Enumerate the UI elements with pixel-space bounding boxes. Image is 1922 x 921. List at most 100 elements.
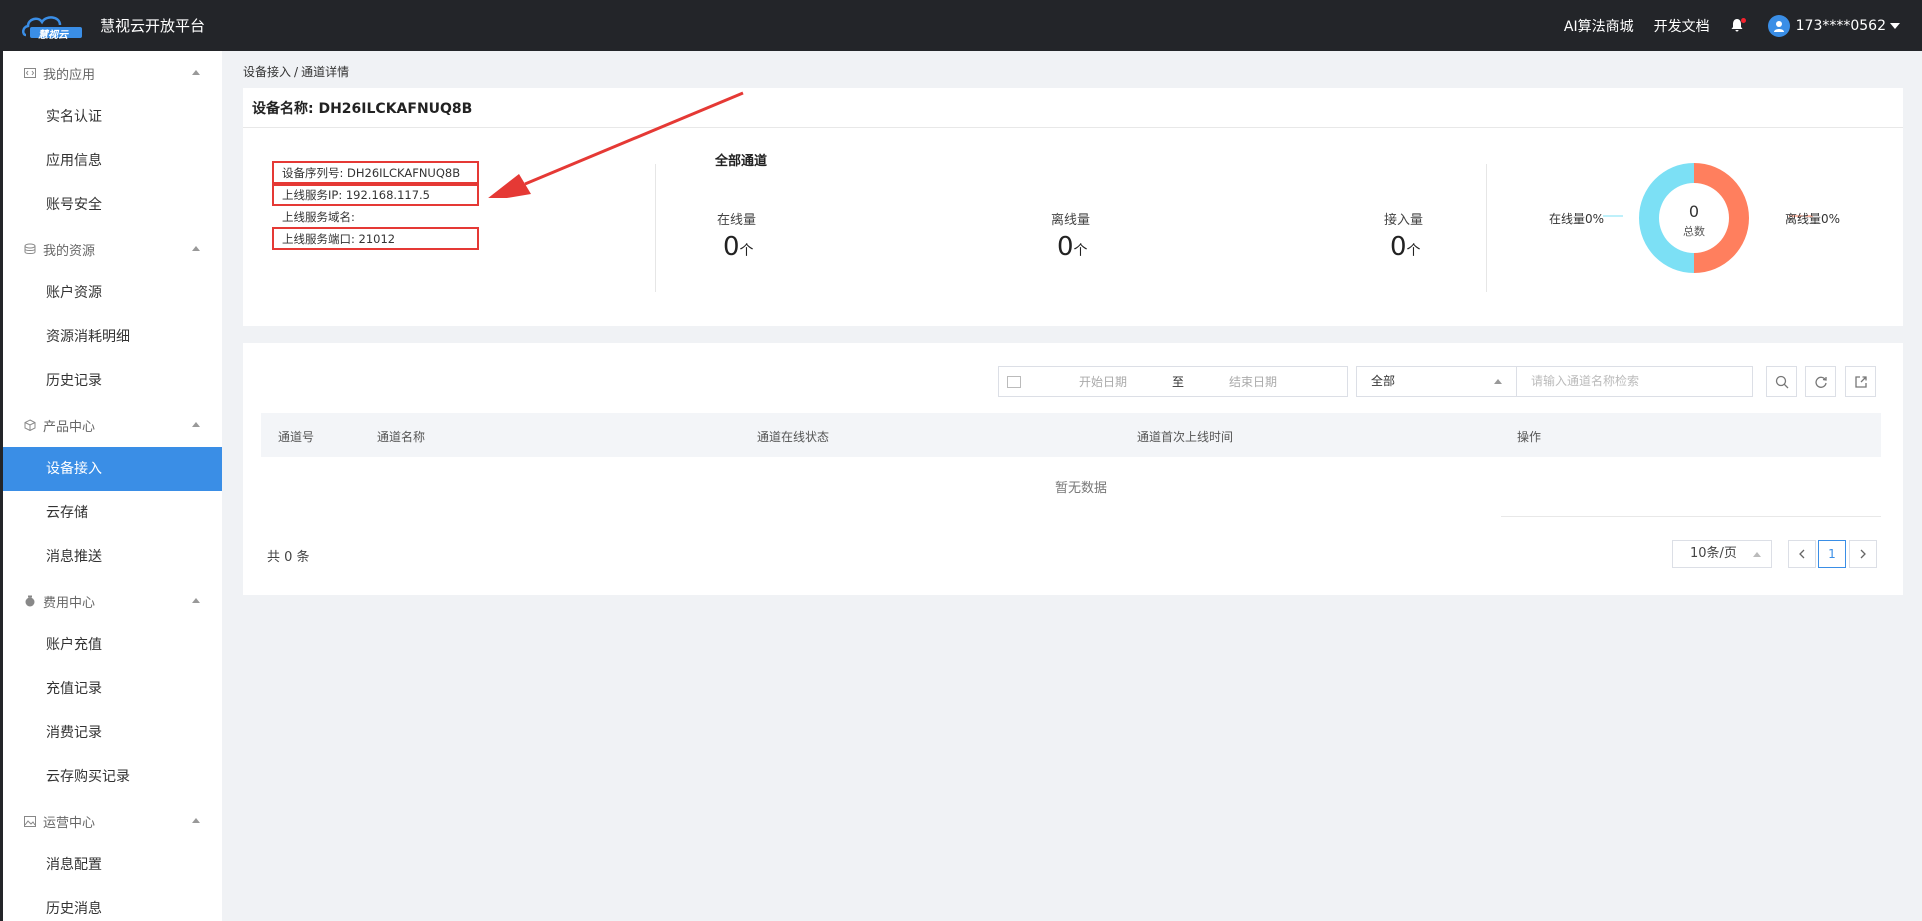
date-range-picker[interactable]: 开始日期 至 结束日期 — [998, 366, 1348, 397]
sidebar-item-message-push[interactable]: 消息推送 — [3, 535, 222, 579]
bell-icon[interactable] — [1730, 17, 1746, 34]
sidebar-group-label: 产品中心 — [43, 419, 96, 435]
logo[interactable]: 慧视云 慧视云开放平台 — [20, 11, 205, 41]
sidebar-group-label: 我的应用 — [43, 67, 96, 83]
stat-offline-unit: 个 — [1073, 243, 1088, 259]
sidebar-item-recharge-records[interactable]: 充值记录 — [3, 667, 222, 711]
donut-offline-label: 离线量0% — [1785, 212, 1841, 226]
start-date-input[interactable]: 开始日期 — [1079, 373, 1127, 390]
stat-online-value: 0个 — [717, 232, 756, 262]
chevron-up-icon — [1753, 552, 1761, 557]
column-header: 通道名称 — [377, 430, 426, 444]
stat-connected-label: 接入量 — [1384, 213, 1424, 228]
next-page-button[interactable] — [1849, 540, 1877, 568]
sidebar-item-consumption-records[interactable]: 消费记录 — [3, 711, 222, 755]
chevron-right-icon — [1860, 549, 1866, 559]
export-icon — [1854, 375, 1867, 388]
status-select[interactable]: 全部 — [1356, 366, 1517, 397]
money-bag-icon — [23, 594, 37, 608]
logo-text: 慧视云 — [38, 29, 68, 41]
sidebar-item-resource-usage[interactable]: 资源消耗明细 — [3, 315, 222, 359]
stat-connected-number: 0 — [1390, 232, 1407, 262]
chevron-up-icon — [192, 818, 200, 823]
sidebar-group-my-resources[interactable]: 我的资源 — [3, 227, 222, 271]
breadcrumb-current: 通道详情 — [301, 65, 350, 79]
channel-search-input[interactable]: 请输入通道名称检索 — [1516, 366, 1753, 397]
cloud-logo-icon: 慧视云 — [20, 11, 88, 41]
total-count: 共 0 条 — [267, 550, 310, 565]
column-header: 通道号 — [278, 430, 315, 444]
donut-total-value: 0 — [1688, 202, 1700, 221]
sidebar-item-history[interactable]: 历史记录 — [3, 359, 222, 403]
refresh-button[interactable] — [1805, 366, 1836, 397]
notification-dot — [1740, 17, 1746, 23]
sidebar-item-app-info[interactable]: 应用信息 — [3, 139, 222, 183]
stat-online-label: 在线量 — [717, 213, 757, 228]
table-header: 通道号 通道名称 通道在线状态 通道首次上线时间 操作 — [261, 413, 1881, 457]
sidebar-group-products[interactable]: 产品中心 — [3, 403, 222, 447]
sidebar-group-label: 运营中心 — [43, 815, 96, 831]
sidebar-item-cloud-purchase-records[interactable]: 云存购买记录 — [3, 755, 222, 799]
sidebar-item-message-config[interactable]: 消息配置 — [3, 843, 222, 887]
ai-store-link[interactable]: AI算法商城 — [1564, 16, 1634, 36]
chevron-up-icon — [192, 598, 200, 603]
export-button[interactable] — [1845, 366, 1876, 397]
sidebar-group-label: 我的资源 — [43, 243, 96, 259]
divider — [1486, 164, 1487, 292]
column-header: 通道首次上线时间 — [1137, 430, 1234, 444]
platform-title: 慧视云开放平台 — [100, 17, 206, 35]
sidebar-item-cloud-storage[interactable]: 云存储 — [3, 491, 222, 535]
column-header: 操作 — [1517, 430, 1542, 444]
search-button[interactable] — [1766, 366, 1797, 397]
sidebar: 我的应用 实名认证 应用信息 账号安全 我的资源 账户资源 资源消耗明细 历史记… — [0, 51, 222, 921]
image-icon — [23, 814, 37, 828]
end-date-input[interactable]: 结束日期 — [1229, 373, 1277, 390]
code-icon — [23, 66, 37, 80]
sidebar-group-billing[interactable]: 费用中心 — [3, 579, 222, 623]
stat-offline: 离线量 0个 — [1051, 209, 1090, 262]
chevron-left-icon — [1799, 549, 1805, 559]
sidebar-item-device-access[interactable]: 设备接入 — [3, 447, 222, 491]
donut-online-label: 在线量0% — [1549, 212, 1605, 226]
refresh-icon — [1814, 376, 1827, 388]
stat-online-unit: 个 — [739, 243, 754, 259]
channel-donut-chart: 0 总数 — [1637, 161, 1749, 273]
divider — [655, 164, 656, 292]
sidebar-item-message-history[interactable]: 历史消息 — [3, 887, 222, 921]
sidebar-group-my-apps[interactable]: 我的应用 — [3, 51, 222, 95]
stat-connected: 接入量 0个 — [1384, 209, 1423, 262]
chevron-down-icon[interactable] — [1890, 22, 1900, 29]
stat-connected-value: 0个 — [1384, 232, 1423, 262]
user-avatar[interactable] — [1767, 14, 1790, 37]
sidebar-group-operations[interactable]: 运营中心 — [3, 799, 222, 843]
top-bar: 慧视云 慧视云开放平台 AI算法商城 开发文档 173****0562 — [0, 0, 1922, 51]
device-domain: 上线服务域名: — [282, 210, 355, 224]
channel-list-panel: 开始日期 至 结束日期 全部 请输入通道名称检索 通道号 通道名称 通道在线状态… — [243, 343, 1903, 595]
donut-total-label: 总数 — [1683, 225, 1705, 238]
page-size-value: 10条/页 — [1690, 546, 1737, 561]
stat-offline-number: 0 — [1057, 232, 1074, 262]
breadcrumb-parent[interactable]: 设备接入 — [243, 65, 291, 79]
dev-docs-link[interactable]: 开发文档 — [1654, 16, 1710, 36]
prev-page-button[interactable] — [1788, 540, 1816, 568]
stat-online: 在线量 0个 — [717, 209, 756, 262]
sidebar-item-real-name[interactable]: 实名认证 — [3, 95, 222, 139]
chevron-up-icon — [192, 70, 200, 75]
page-number-button[interactable]: 1 — [1818, 540, 1846, 568]
sidebar-item-account-security[interactable]: 账号安全 — [3, 183, 222, 227]
cube-icon — [23, 418, 37, 432]
column-header: 通道在线状态 — [757, 430, 830, 444]
sidebar-item-account-resources[interactable]: 账户资源 — [3, 271, 222, 315]
chevron-up-icon — [192, 246, 200, 251]
page-size-select[interactable]: 10条/页 — [1672, 540, 1772, 568]
breadcrumb-separator: / — [294, 65, 299, 79]
search-icon — [1775, 375, 1788, 388]
user-name[interactable]: 173****0562 — [1796, 18, 1886, 34]
device-info-panel: 设备名称: DH26ILCKAFNUQ8B 设备序列号: DH26ILCKAFN… — [243, 88, 1903, 326]
annotation-arrow — [488, 91, 744, 198]
stat-online-number: 0 — [723, 232, 740, 262]
date-range-separator: 至 — [1172, 375, 1185, 389]
sidebar-group-label: 费用中心 — [43, 595, 96, 611]
sidebar-item-recharge[interactable]: 账户充值 — [3, 623, 222, 667]
status-select-value: 全部 — [1371, 374, 1396, 388]
